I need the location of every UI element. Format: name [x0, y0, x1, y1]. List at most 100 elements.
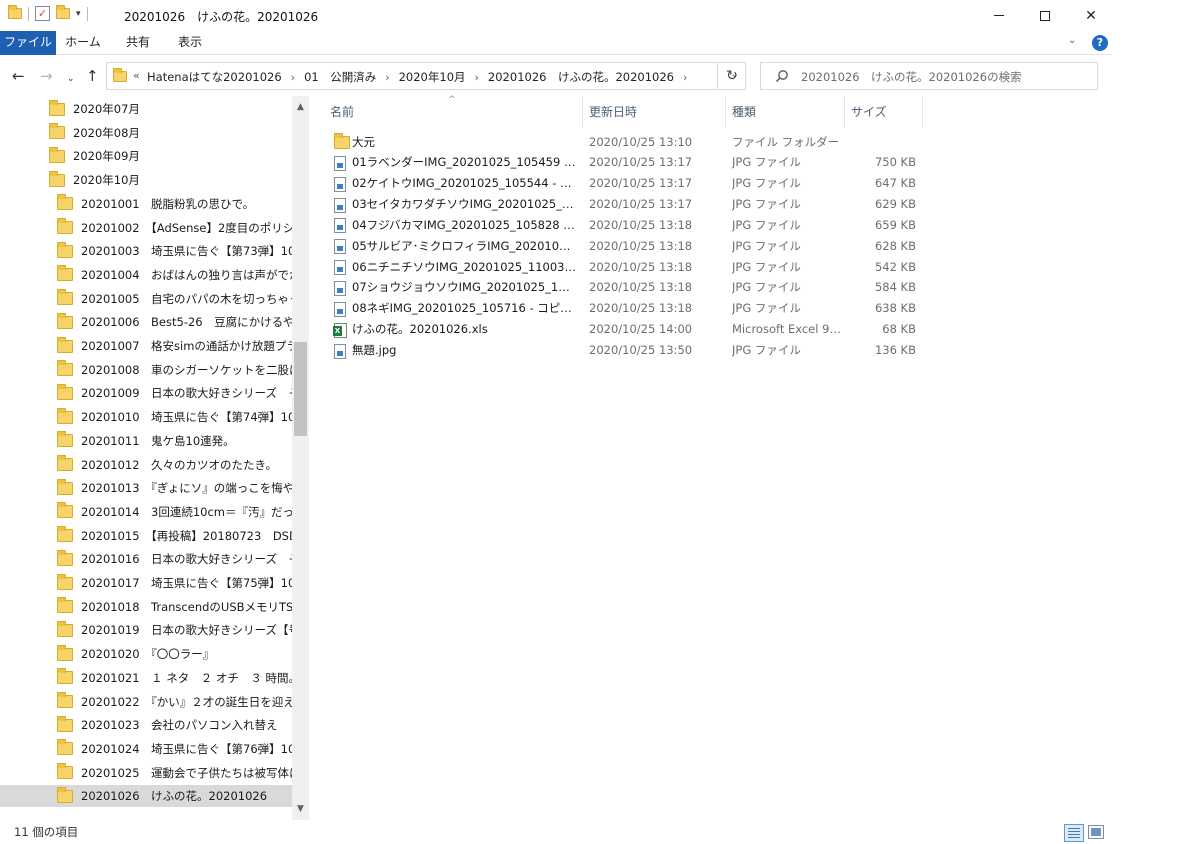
tree-item[interactable]: 20201003 埼玉県に告ぐ【第73弾】10月第1	[0, 240, 292, 262]
customize-toolbar-icon[interactable]: ▾	[76, 9, 81, 19]
tree-item-label: 20201026 けふの花。20201026	[81, 789, 268, 804]
window-title: 20201026 けふの花。20201026	[124, 10, 319, 24]
chevron-right-icon[interactable]: ›	[291, 71, 295, 84]
file-row[interactable]: 02ケイトウIMG_20201025_105544 - コピー.jpg 2020/…	[330, 173, 922, 194]
file-type: Microsoft Excel 97-2003 ワークシート	[732, 322, 844, 337]
tree-item[interactable]: 2020年10月	[0, 169, 292, 191]
recent-locations-icon[interactable]: ⌄	[67, 71, 75, 87]
tree-item-label: 20201001 脱脂粉乳の思ひで。	[81, 196, 255, 211]
tree-item[interactable]: 20201014 3回連続10cm＝『汚』だって。どう	[0, 501, 292, 523]
file-row[interactable]: 06ニチニチソウIMG_20201025_110038 - コピー.jpg 202…	[330, 256, 922, 277]
tree-item[interactable]: 2020年08月	[0, 122, 292, 144]
folder-icon	[57, 526, 73, 543]
tree-item[interactable]: 20201017 埼玉県に告ぐ【第75弾】10月第3	[0, 572, 292, 594]
tree-item[interactable]: 20201018 TranscendのUSBメモリTS128GJF	[0, 596, 292, 618]
file-row[interactable]: けふの花。20201026.xls 2020/10/25 14:00 Microso…	[330, 319, 922, 340]
tab-view[interactable]: 表示	[166, 31, 214, 55]
expand-ribbon-icon[interactable]: ⌄	[1068, 35, 1076, 46]
details-view-icon[interactable]	[1064, 824, 1084, 842]
up-button[interactable]: ↑	[86, 68, 99, 84]
maximize-button[interactable]	[1022, 0, 1068, 31]
tab-share[interactable]: 共有	[114, 31, 162, 55]
file-name: 08ネギIMG_20201025_105716 - コピー.jpg	[352, 301, 576, 316]
tree-item-label: 20201007 格安simの通話かけ放題プランに	[81, 339, 292, 353]
tree-item[interactable]: 20201016 日本の歌大好きシリーズ その57	[0, 548, 292, 570]
new-folder-icon[interactable]	[56, 5, 70, 19]
nav-scrollbar[interactable]: ▲ ▼	[292, 96, 309, 820]
chevron-right-icon[interactable]: ›	[385, 71, 389, 84]
breadcrumb-overflow-icon[interactable]: «	[133, 69, 140, 82]
help-icon[interactable]: ?	[1092, 35, 1108, 51]
folder-icon	[57, 692, 73, 708]
navigation-pane[interactable]: 2020年07月 2020年08月 2020年09月 2020年10月 20201001…	[0, 96, 310, 820]
address-bar[interactable]: « Hatenaはてな20201026 › 01 公開済み › 2020年10月…	[106, 62, 746, 90]
tree-item[interactable]: 20201015 【再投稿】20180723 DSDS-(3)	[0, 525, 292, 547]
tab-file[interactable]: ファイル	[0, 31, 56, 55]
tree-item[interactable]: 2020年07月	[0, 98, 292, 120]
tree-item-label: 20201010 埼玉県に告ぐ【第74弾】10月第2	[81, 410, 292, 425]
tree-item[interactable]: 20201008 車のシガーソケットを二股にしてドラ	[0, 359, 292, 381]
column-header-date[interactable]: 更新日時	[583, 96, 726, 128]
jpg-file-icon	[334, 218, 346, 234]
scroll-down-icon[interactable]: ▼	[292, 804, 309, 814]
tree-item[interactable]: 20201001 脱脂粉乳の思ひで。	[0, 193, 292, 215]
tree-item[interactable]: 20201023 会社のパソコン入れ替え	[0, 714, 292, 736]
chevron-right-icon[interactable]: ›	[683, 71, 687, 84]
jpg-file-icon	[334, 343, 346, 359]
jpg-file-icon	[334, 239, 346, 255]
tree-item[interactable]: 20201024 埼玉県に告ぐ【第76弾】10月第4	[0, 738, 292, 760]
tree-item[interactable]: 20201020 『〇〇ラー』	[0, 643, 292, 665]
tree-item[interactable]: 2020年09月	[0, 145, 292, 167]
toolbar-separator	[28, 6, 29, 21]
tree-item[interactable]: 20201004 おばはんの独り言は声がでかい。	[0, 264, 292, 286]
tab-home[interactable]: ホーム	[58, 31, 108, 55]
breadcrumb-item[interactable]: 20201026 けふの花。20201026	[488, 69, 674, 85]
file-row[interactable]: 05サルビア･ミクロフィラIMG_20201025_105843 - コピー.j…	[330, 235, 922, 256]
minimize-button[interactable]	[976, 0, 1022, 31]
column-header-size[interactable]: サイズ	[845, 96, 923, 128]
scroll-thumb[interactable]	[294, 342, 307, 436]
tree-item-label: 20201021 １ ネタ ２ オチ ３ 時間。	[81, 670, 292, 685]
refresh-button[interactable]: ↻	[717, 62, 746, 90]
file-date: 2020/10/25 13:18	[589, 259, 693, 274]
file-row[interactable]: 07ショウジョウソウIMG_20201025_110142 - コピー.jpg 2…	[330, 277, 922, 298]
search-input[interactable]: 20201026 けふの花。20201026の検索	[801, 69, 1022, 85]
tree-item[interactable]: 20201025 運動会で子供たちは被写体になる	[0, 762, 292, 784]
file-row[interactable]: 無題.jpg 2020/10/25 13:50 JPG ファイル 136 KB	[330, 340, 922, 361]
tree-item-label: 20201024 埼玉県に告ぐ【第76弾】10月第4	[81, 741, 292, 756]
breadcrumb-item[interactable]: 01 公開済み	[304, 69, 376, 85]
scroll-up-icon[interactable]: ▲	[292, 102, 309, 112]
chevron-right-icon[interactable]: ›	[475, 71, 479, 84]
tree-item[interactable]: 20201013 『ぎょにソ』の端っこを悔やむべから	[0, 477, 292, 499]
file-row[interactable]: 大元 2020/10/25 13:10 ファイル フォルダー	[330, 131, 922, 152]
column-header-type[interactable]: 種類	[726, 96, 845, 128]
search-box[interactable]: 20201026 けふの花。20201026の検索	[760, 62, 1098, 90]
forward-button[interactable]: →	[40, 68, 53, 84]
file-row[interactable]: 01ラベンダーIMG_20201025_105459 - コピー.jpg 2020…	[330, 152, 922, 173]
tree-item[interactable]: 20201026 けふの花。20201026	[0, 785, 292, 808]
file-row[interactable]: 08ネギIMG_20201025_105716 - コピー.jpg 2020/10…	[330, 298, 922, 319]
tree-item[interactable]: 20201009 日本の歌大好きシリーズ その56	[0, 382, 292, 404]
back-button[interactable]: ←	[12, 68, 25, 84]
tree-item[interactable]: 20201010 埼玉県に告ぐ【第74弾】10月第2	[0, 406, 292, 428]
tree-item[interactable]: 20201021 １ ネタ ２ オチ ３ 時間。	[0, 667, 292, 689]
file-size: 136 KB	[874, 343, 916, 357]
file-row[interactable]: 03セイタカワダチソウIMG_20201025_105616 - コピー.jpg…	[330, 194, 922, 215]
breadcrumb-item[interactable]: 2020年10月	[399, 69, 466, 85]
tree-item[interactable]: 20201005 自宅のパパの木を切っちゃった件。	[0, 288, 292, 310]
tree-item[interactable]: 20201007 格安simの通話かけ放題プランに	[0, 335, 292, 357]
tree-item[interactable]: 20201011 鬼ケ島10連発。	[0, 430, 292, 452]
tree-item[interactable]: 20201022 『かい』２才の誕生日を迎えるのを	[0, 691, 292, 713]
tree-item[interactable]: 20201006 Best5-26 豆腐にかけるやつで好	[0, 311, 292, 333]
close-button[interactable]: ✕	[1068, 0, 1114, 31]
tree-item-label: 20201009 日本の歌大好きシリーズ その56	[81, 386, 292, 401]
breadcrumb-item[interactable]: Hatenaはてな20201026	[147, 69, 282, 85]
file-size: 629 KB	[874, 197, 916, 212]
tree-item[interactable]: 20201019 日本の歌大好きシリーズ【号外】着	[0, 619, 292, 641]
column-header-name[interactable]: 名前	[324, 96, 583, 128]
large-icons-view-icon[interactable]	[1088, 825, 1104, 839]
tree-item[interactable]: 20201002 【AdSense】2度目のポリシー違反	[0, 217, 292, 239]
tree-item[interactable]: 20201012 久々のカツオのたたき。	[0, 454, 292, 476]
properties-icon[interactable]: ✓	[35, 6, 50, 21]
file-row[interactable]: 04フジバカマIMG_20201025_105828 - コピー.jpg 2020…	[330, 214, 922, 235]
